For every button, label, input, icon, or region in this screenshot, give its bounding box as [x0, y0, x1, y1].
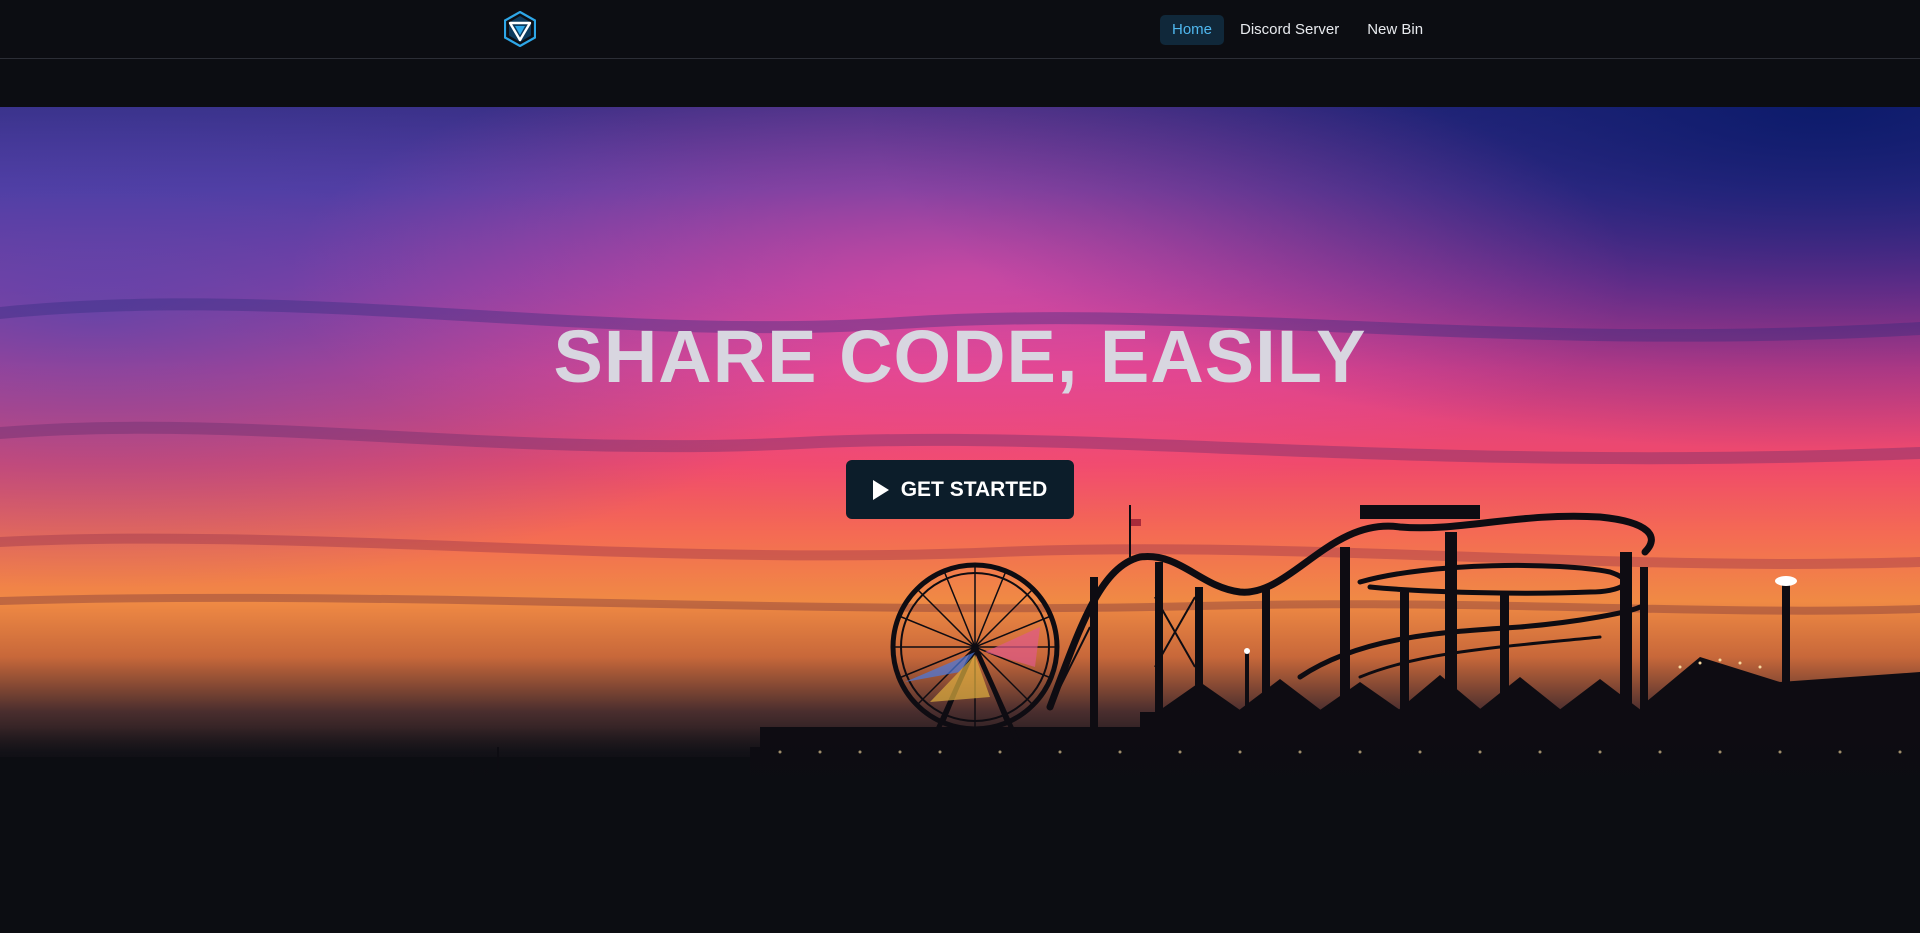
get-started-label: GET STARTED: [900, 477, 1048, 501]
play-icon: [872, 479, 889, 500]
get-started-button[interactable]: GET STARTED: [846, 460, 1074, 519]
page-bottom-area: [0, 794, 1920, 933]
nav-link-new-bin[interactable]: New Bin: [1355, 15, 1435, 45]
logo-icon[interactable]: [503, 10, 537, 48]
hero-section: SHARE CODE, EASILY GET STARTED: [0, 107, 1920, 794]
hero-background-image: [0, 107, 1920, 794]
top-navbar: Home Discord Server New Bin: [0, 0, 1920, 59]
hero-title: SHARE CODE, EASILY: [553, 315, 1367, 398]
sub-header-bar: [0, 59, 1920, 107]
nav-links: Home Discord Server New Bin: [1160, 15, 1435, 45]
nav-link-home[interactable]: Home: [1160, 15, 1225, 45]
nav-link-discord-server[interactable]: Discord Server: [1228, 15, 1351, 45]
